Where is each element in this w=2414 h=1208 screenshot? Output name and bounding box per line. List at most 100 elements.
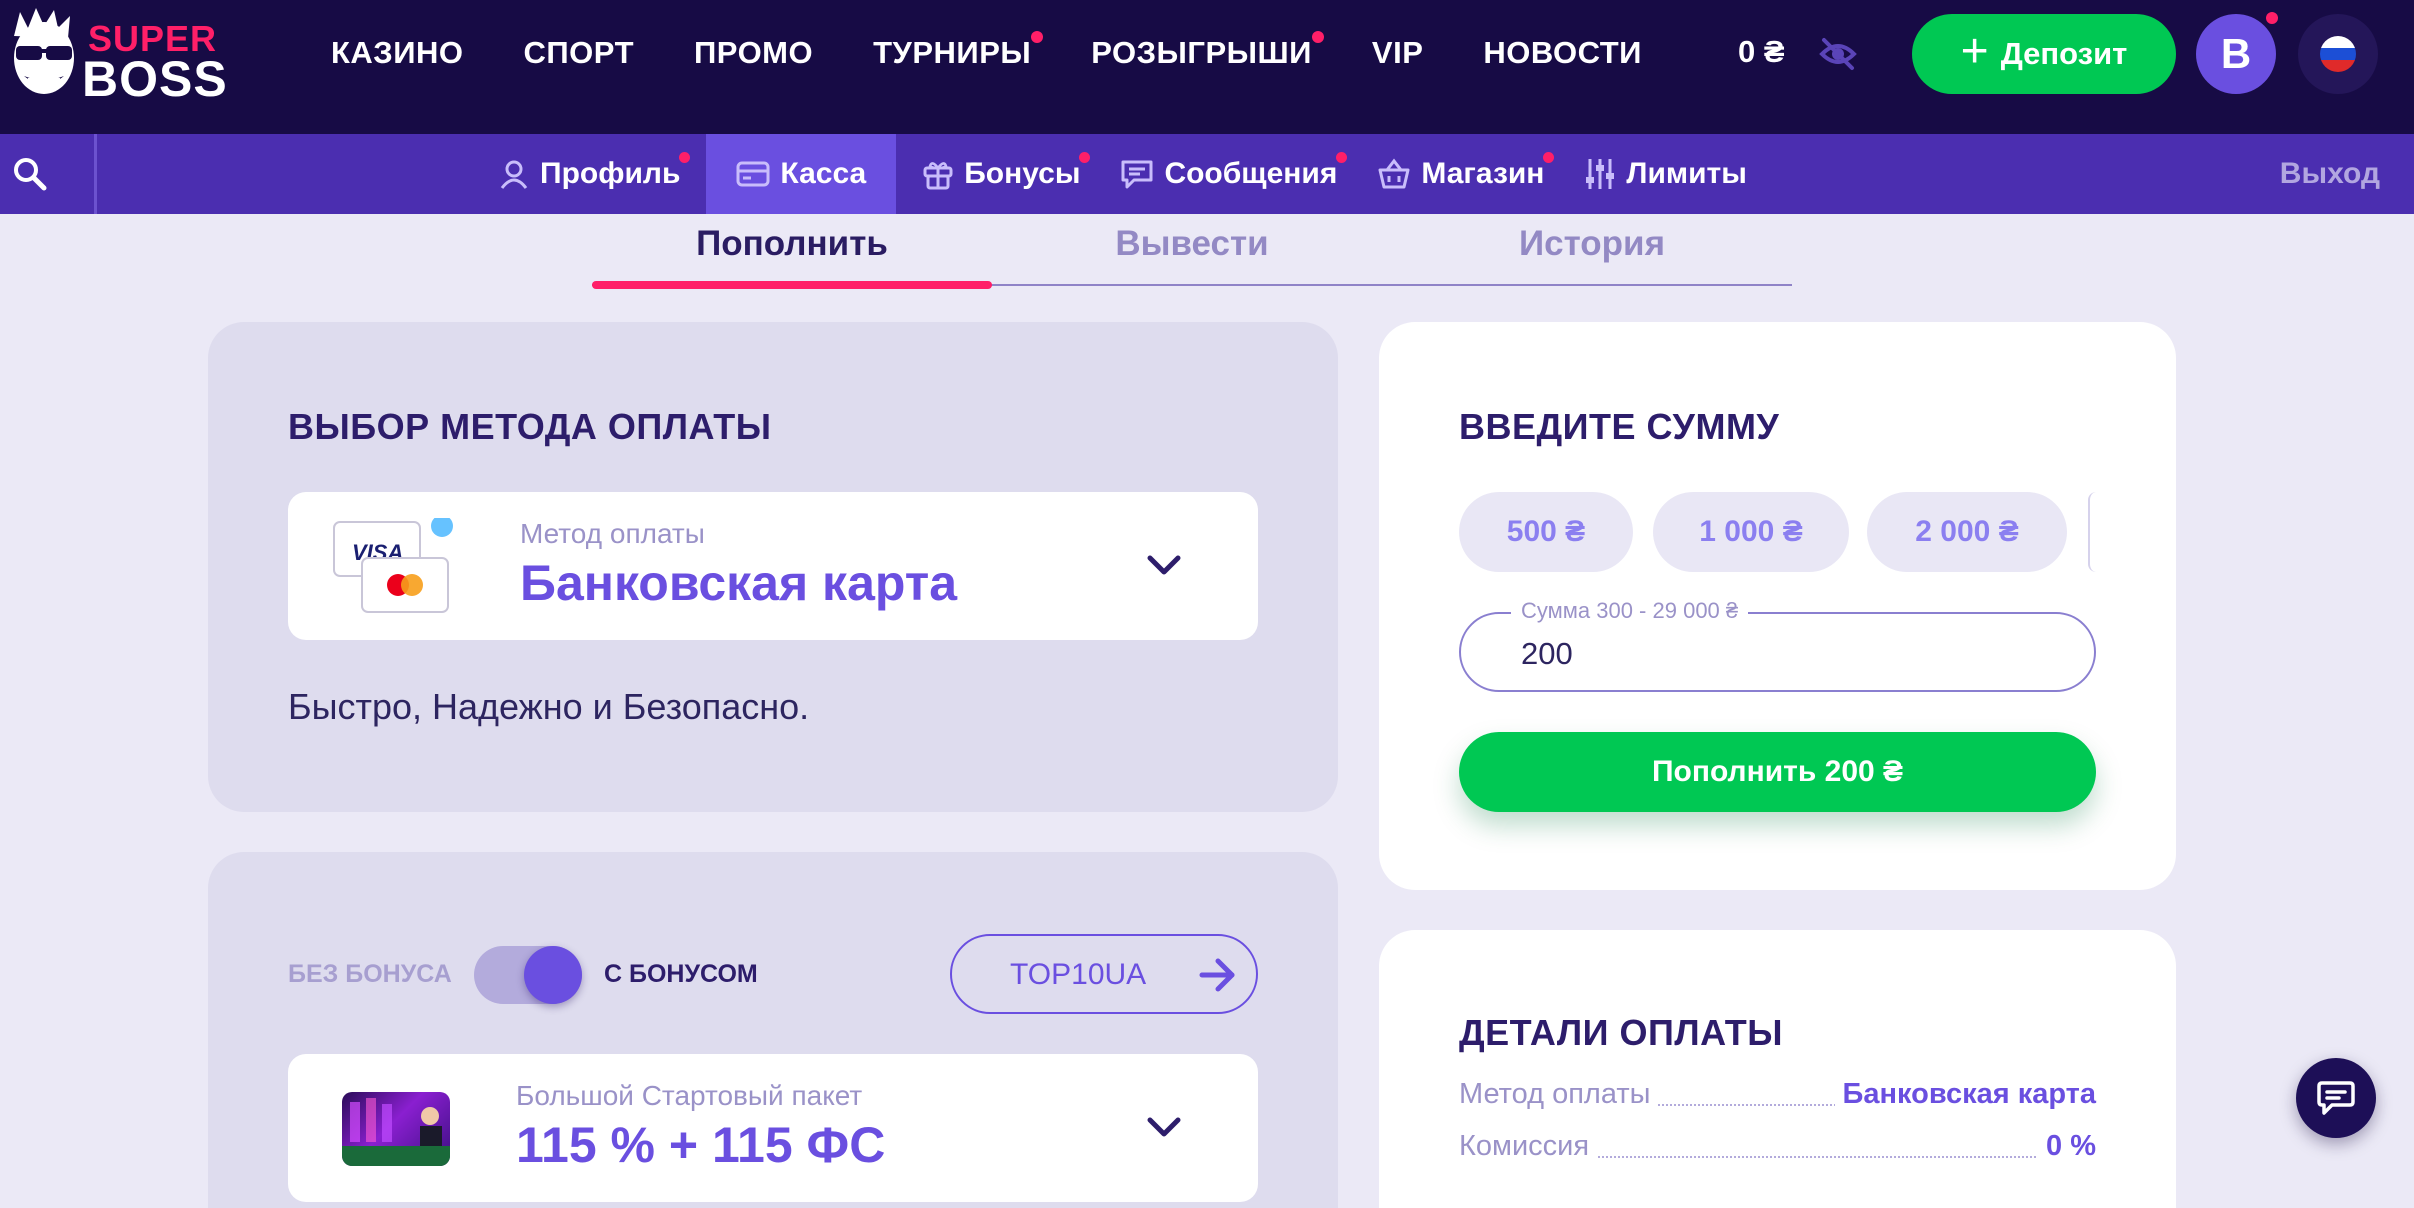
avatar-letter: B <box>2220 30 2252 77</box>
chevron-down-icon <box>1147 1117 1181 1137</box>
payment-method-title: ВЫБОР МЕТОДА ОПЛАТЫ <box>288 406 772 447</box>
basket-icon <box>1378 158 1410 189</box>
nav-giveaways-label: РОЗЫГРЫШИ <box>1091 35 1312 70</box>
subnav-messages-label: Сообщения <box>1164 157 1338 190</box>
subnav-profile-label: Профиль <box>540 157 681 190</box>
subnav-limits-label: Лимиты <box>1626 157 1747 190</box>
deposit-submit-button[interactable]: Пополнить 200 ₴ <box>1459 732 2096 812</box>
nav-tournaments[interactable]: ТУРНИРЫ <box>873 31 1044 71</box>
nav-news-label: НОВОСТИ <box>1483 35 1642 70</box>
bank-card-icon: VISA <box>333 518 453 613</box>
logo-text-boss: BOSS <box>82 51 228 107</box>
russian-flag-icon <box>2320 36 2356 72</box>
payment-details-title: ДЕТАЛИ ОПЛАТЫ <box>1459 1012 1784 1053</box>
bonus-toggle-knob <box>524 946 582 1004</box>
amount-chip-2000[interactable]: 2 000 ₴ <box>1867 492 2067 572</box>
subnav-cashier-label: Касса <box>780 157 867 190</box>
notification-dot <box>1031 31 1044 43</box>
arrow-right-icon[interactable] <box>1198 956 1238 994</box>
detail-value: 0 % <box>2038 1130 2096 1163</box>
promo-code-field[interactable]: TOP10UA <box>950 934 1258 1014</box>
chat-icon <box>2317 1081 2355 1115</box>
detail-row-commission: Комиссия 0 % <box>1459 1130 2096 1166</box>
subnav-bonuses-label: Бонусы <box>964 157 1081 190</box>
balance: 0 ₴ <box>1738 34 1785 69</box>
detail-row-method: Метод оплаты Банковская карта <box>1459 1078 2096 1114</box>
nav-casino[interactable]: КАЗИНО <box>331 35 464 71</box>
no-bonus-label: БЕЗ БОНУСА <box>288 960 452 988</box>
payment-method-select[interactable]: VISA Метод оплаты Банковская карта <box>288 492 1258 640</box>
subnav-cashier[interactable]: Касса <box>706 134 897 214</box>
notification-dot <box>679 152 691 163</box>
nav-tournaments-label: ТУРНИРЫ <box>873 35 1032 70</box>
amount-input-legend: Сумма 300 - 29 000 ₴ <box>1511 598 1749 624</box>
boss-face-icon <box>14 8 74 94</box>
amount-title: ВВЕДИТЕ СУММУ <box>1459 406 1780 447</box>
amount-input[interactable]: Сумма 300 - 29 000 ₴ 200 <box>1459 598 2096 692</box>
subnav-items: Профиль Касса Бонусы Сообщения Магазин Л… <box>484 134 1773 214</box>
nav-casino-label: КАЗИНО <box>331 35 464 70</box>
bonus-package-image <box>342 1092 450 1166</box>
notification-dot <box>1336 152 1348 163</box>
bonus-package-label: Большой Стартовый пакет <box>516 1080 863 1111</box>
deposit-button-label: Депозит <box>2000 36 2128 71</box>
nav-news[interactable]: НОВОСТИ <box>1483 35 1642 71</box>
avatar[interactable]: B <box>2196 12 2278 94</box>
nav-vip[interactable]: VIP <box>1372 35 1423 71</box>
active-tab-indicator <box>592 281 992 289</box>
notification-dot <box>1079 152 1091 163</box>
bonus-package-value: 115 % + 115 ФС <box>516 1117 886 1173</box>
plus-icon: + <box>1960 25 1989 78</box>
subnav-limits[interactable]: Лимиты <box>1570 134 1760 214</box>
amount-chip-500[interactable]: 500 ₴ <box>1459 492 1633 572</box>
language-selector[interactable] <box>2298 14 2378 94</box>
tab-history[interactable]: История <box>1392 224 1792 264</box>
deposit-button[interactable]: + Депозит <box>1912 14 2176 94</box>
promo-code-value: TOP10UA <box>1010 958 1147 991</box>
casino-scene-icon <box>342 1098 450 1166</box>
detail-value: Банковская карта <box>1834 1078 2096 1111</box>
notification-dot <box>1311 31 1324 43</box>
bonus-toggle[interactable] <box>474 946 582 1004</box>
search-icon[interactable] <box>10 154 50 194</box>
subnav-shop-label: Магазин <box>1421 157 1545 190</box>
payment-details-card <box>1379 930 2176 1208</box>
subnav-shop[interactable]: Магазин <box>1363 134 1558 214</box>
sliders-icon <box>1586 159 1615 189</box>
payment-method-value: Банковская карта <box>520 555 958 611</box>
card-icon <box>736 161 770 187</box>
amount-chip-overflow[interactable] <box>2088 492 2096 572</box>
with-bonus-label: С БОНУСОМ <box>604 960 758 988</box>
tab-deposit[interactable]: Пополнить <box>592 224 992 264</box>
nav-giveaways[interactable]: РОЗЫГРЫШИ <box>1091 31 1324 71</box>
message-icon <box>1121 160 1153 189</box>
nav-sport[interactable]: СПОРТ <box>524 35 635 71</box>
subnav-bonuses[interactable]: Бонусы <box>908 134 1094 214</box>
hide-balance-eye-icon[interactable] <box>1818 36 1858 72</box>
notification-dot <box>2266 12 2278 24</box>
detail-label: Метод оплаты <box>1459 1078 1659 1111</box>
notification-dot <box>1543 152 1555 163</box>
cashier-tabs: Пополнить Вывести История <box>592 214 1792 289</box>
payment-method-description: Быстро, Надежно и Безопасно. <box>288 686 810 727</box>
nav-promo-label: ПРОМО <box>694 35 814 70</box>
subnav-profile[interactable]: Профиль <box>484 134 694 214</box>
main-nav: КАЗИНО СПОРТ ПРОМО ТУРНИРЫ РОЗЫГРЫШИ VIP… <box>331 0 1702 106</box>
tab-withdraw[interactable]: Вывести <box>992 224 1392 264</box>
amount-chip-1000[interactable]: 1 000 ₴ <box>1653 492 1849 572</box>
support-chat-button[interactable] <box>2296 1058 2376 1138</box>
account-subnav: Профиль Касса Бонусы Сообщения Магазин Л… <box>0 134 2414 214</box>
logo[interactable]: SUPER BOSS <box>6 6 227 107</box>
bonus-package-select[interactable]: Большой Стартовый пакет 115 % + 115 ФС <box>288 1054 1258 1202</box>
amount-input-value: 200 <box>1521 636 1573 671</box>
logout-link[interactable]: Выход <box>2280 134 2380 214</box>
nav-sport-label: СПОРТ <box>523 35 635 70</box>
detail-label: Комиссия <box>1459 1130 1598 1163</box>
top-bar: SUPER BOSS КАЗИНО СПОРТ ПРОМО ТУРНИРЫ РО… <box>0 0 2414 134</box>
subnav-messages[interactable]: Сообщения <box>1106 134 1351 214</box>
payment-method-label: Метод оплаты <box>520 518 705 549</box>
user-icon <box>500 160 528 189</box>
nav-promo[interactable]: ПРОМО <box>694 35 813 71</box>
gift-icon <box>923 162 953 190</box>
divider <box>94 134 97 214</box>
